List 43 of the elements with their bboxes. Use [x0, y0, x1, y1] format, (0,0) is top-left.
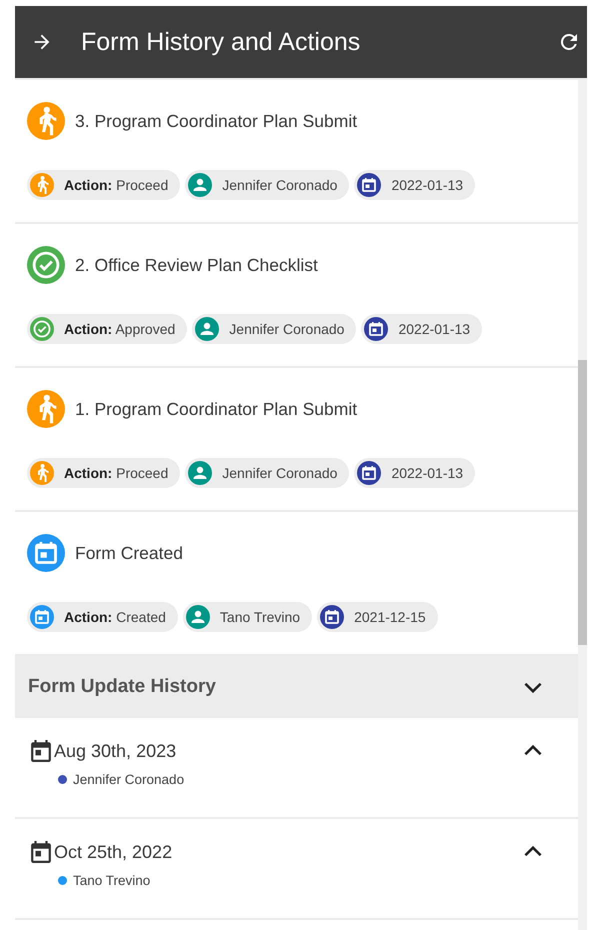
walking-person-icon: [30, 461, 54, 485]
calendar-icon: [31, 740, 51, 762]
update-date: Aug 30th, 2023: [54, 740, 178, 762]
person-icon: [186, 605, 210, 629]
action-chip: Action: Proceed: [27, 170, 180, 200]
user-chip: Tano Trevino: [182, 602, 312, 632]
action-chip: Action: Approved: [27, 314, 188, 344]
walking-person-icon: [27, 390, 65, 428]
section-title: Form Update History: [28, 676, 216, 698]
entry-title: Form Created: [75, 542, 183, 564]
person-icon: [188, 173, 212, 197]
entry-title: 2. Office Review Plan Checklist: [75, 254, 318, 276]
header-title: Form History and Actions: [81, 28, 362, 56]
user-chip: Jennifer Coronado: [185, 458, 350, 488]
walking-person-icon: [30, 173, 54, 197]
scrollbar-thumb[interactable]: [578, 360, 587, 645]
update-date: Oct 25th, 2022: [54, 842, 174, 862]
date-chip: 2022-01-13: [354, 170, 476, 200]
person-icon: [195, 317, 220, 341]
user-name: Jennifer Coronado: [73, 772, 184, 787]
scrollbar[interactable]: [578, 80, 587, 930]
calendar-icon: [357, 461, 382, 485]
check-circle-icon: [27, 246, 65, 284]
calendar-icon: [357, 173, 382, 197]
walking-person-icon: [27, 102, 65, 140]
user-chip: Jennifer Coronado: [192, 314, 356, 344]
entry-title: 3. Program Coordinator Plan Submit: [75, 110, 358, 132]
date-chip: 2021-12-15: [317, 602, 438, 632]
date-chip: 2022-01-13: [361, 314, 482, 344]
calendar-icon: [364, 317, 388, 341]
action-chip: Action: Proceed: [27, 458, 180, 488]
entry-title: 1. Program Coordinator Plan Submit: [75, 398, 358, 420]
calendar-icon: [31, 841, 51, 863]
calendar-icon: [27, 534, 65, 572]
check-circle-icon: [30, 317, 54, 341]
action-chip: Action: Created: [27, 602, 178, 632]
calendar-icon: [320, 605, 344, 629]
calendar-icon: [30, 605, 54, 629]
user-name: Tano Trevino: [73, 873, 150, 888]
person-icon: [188, 461, 212, 485]
date-chip: 2022-01-13: [354, 458, 476, 488]
user-chip: Jennifer Coronado: [185, 170, 350, 200]
section-header[interactable]: Form Update History: [15, 656, 578, 718]
